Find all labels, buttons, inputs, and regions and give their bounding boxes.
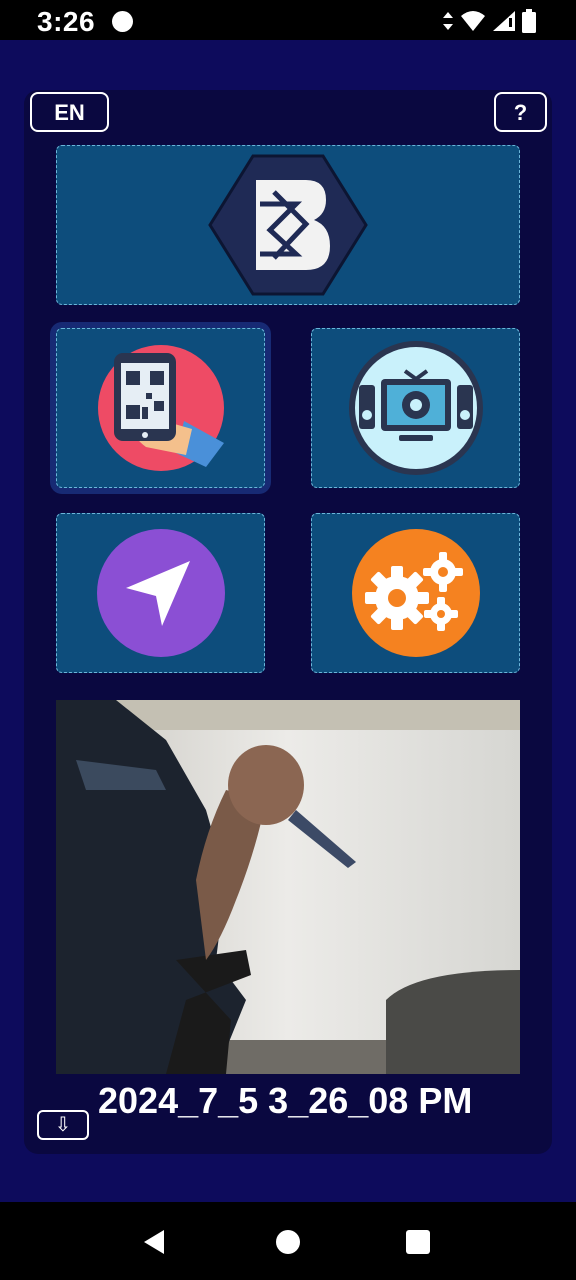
tv-speaker-icon: [348, 341, 483, 475]
back-icon[interactable]: [142, 1228, 166, 1256]
gears-icon: [351, 529, 480, 657]
signal-icon: [493, 11, 515, 31]
language-button[interactable]: EN: [30, 92, 109, 132]
battery-icon: [522, 9, 536, 33]
data-arrows-icon: [443, 12, 453, 30]
qr-code-phone-icon: [97, 345, 224, 471]
brand-logo-b-icon: [208, 154, 368, 296]
home-icon[interactable]: [276, 1230, 300, 1254]
recents-icon[interactable]: [406, 1230, 430, 1254]
media-tile[interactable]: [311, 328, 520, 488]
navigation-bar: [0, 1202, 576, 1280]
location-tile[interactable]: [56, 513, 265, 673]
camera-frame-image: [56, 700, 520, 1074]
navigation-arrow-icon: [96, 529, 225, 657]
settings-tile[interactable]: [311, 513, 520, 673]
download-button[interactable]: ⇩: [37, 1110, 89, 1140]
camera-preview: [56, 700, 520, 1074]
wifi-icon: [461, 11, 485, 31]
status-bar: 3:26: [0, 0, 576, 40]
qr-scan-tile[interactable]: [56, 328, 265, 488]
notification-dot-icon: [112, 11, 133, 32]
help-button[interactable]: ?: [494, 92, 547, 132]
capture-timestamp: 2024_7_5 3_26_08 PM: [98, 1080, 473, 1121]
status-icons: [442, 8, 536, 34]
logo-tile[interactable]: [56, 145, 520, 305]
status-time: 3:26: [37, 6, 96, 37]
